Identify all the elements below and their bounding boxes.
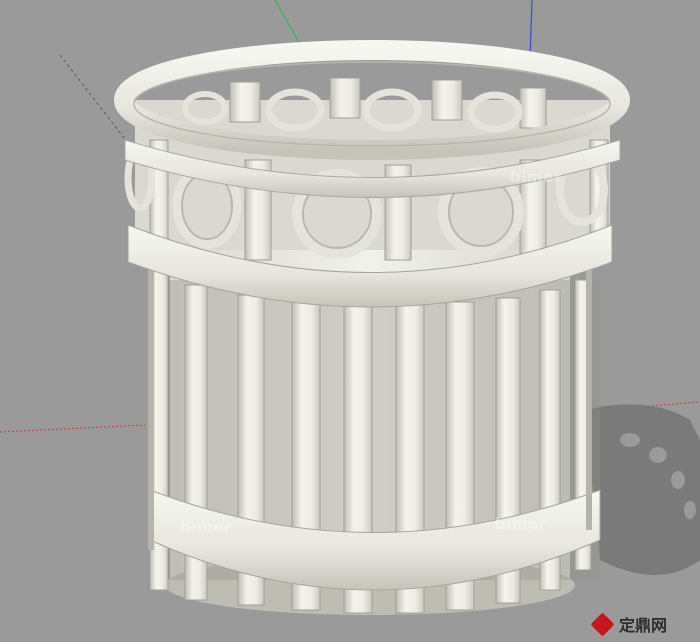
site-logo: 定鼎网 — [590, 611, 668, 637]
ground-shadow — [585, 404, 700, 575]
red-axis-line-left — [0, 424, 146, 433]
watermark-left: bimer — [180, 518, 232, 536]
watermark-upper: bimer — [510, 168, 562, 186]
left-edge-shadow — [148, 270, 154, 550]
blue-axis-line — [529, 0, 533, 61]
right-edge-shadow — [586, 270, 592, 530]
planter-render — [0, 0, 700, 615]
logo-diamond-icon — [590, 611, 615, 637]
viewport: bimer bimer bimer 定鼎网 — [0, 0, 700, 642]
watermark-right: bimer — [495, 515, 547, 533]
logo-text: 定鼎网 — [619, 616, 668, 635]
